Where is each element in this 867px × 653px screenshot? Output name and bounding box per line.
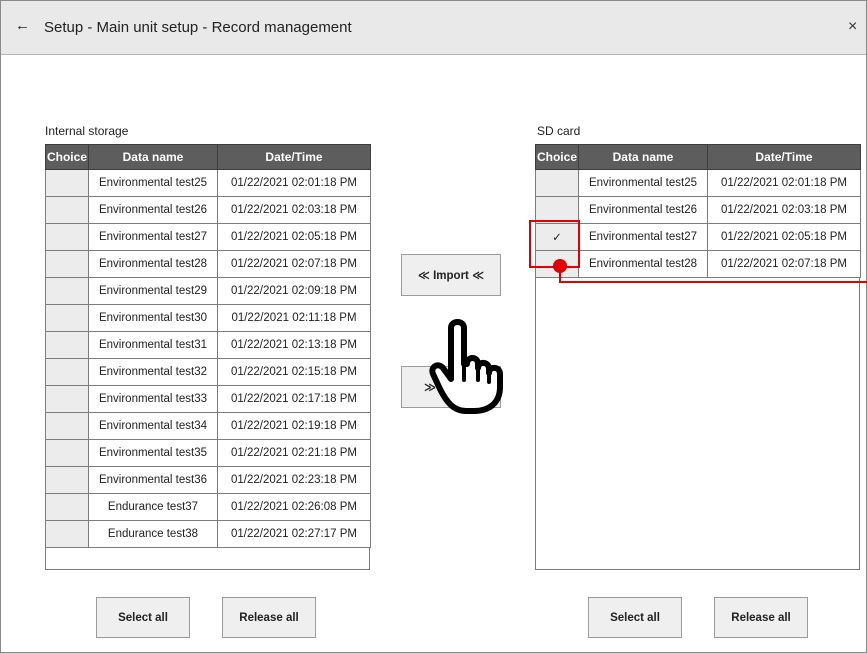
table-row[interactable]: Environmental test29 01/22/2021 02:09:18 … [45, 277, 371, 305]
date-time-cell: 01/22/2021 02:21:18 PM [217, 439, 371, 467]
date-time-cell: 01/22/2021 02:09:18 PM [217, 277, 371, 305]
data-name-cell: Environmental test29 [88, 277, 218, 305]
internal-storage-caption: Internal storage [45, 124, 129, 138]
table-row[interactable]: Environmental test26 01/22/2021 02:03:18 … [535, 196, 861, 224]
column-header-choice: Choice [535, 144, 579, 170]
choice-cell[interactable] [45, 331, 89, 359]
choice-cell[interactable] [45, 466, 89, 494]
choice-cell[interactable] [45, 358, 89, 386]
data-name-cell: Environmental test25 [88, 169, 218, 197]
data-name-cell: Environmental test35 [88, 439, 218, 467]
data-name-cell: Environmental test33 [88, 385, 218, 413]
table-row[interactable]: Endurance test38 01/22/2021 02:27:17 PM [45, 520, 371, 548]
sd-card-table: Choice Data name Date/Time Environmental… [535, 144, 861, 278]
data-name-cell: Environmental test27 [88, 223, 218, 251]
table-row[interactable]: Environmental test25 01/22/2021 02:01:18 … [535, 169, 861, 197]
choice-cell[interactable] [45, 250, 89, 278]
data-name-cell: Environmental test30 [88, 304, 218, 332]
choice-cell[interactable] [45, 277, 89, 305]
date-time-cell: 01/22/2021 02:19:18 PM [217, 412, 371, 440]
data-name-cell: Environmental test36 [88, 466, 218, 494]
data-name-cell: Environmental test25 [578, 169, 708, 197]
column-header-data-name: Data name [578, 144, 708, 170]
data-name-cell: Environmental test28 [578, 250, 708, 278]
data-name-cell: Endurance test38 [88, 520, 218, 548]
sd-card-caption: SD card [537, 124, 581, 138]
choice-cell[interactable] [45, 223, 89, 251]
date-time-cell: 01/22/2021 02:01:18 PM [707, 169, 861, 197]
column-header-data-name: Data name [88, 144, 218, 170]
import-button[interactable]: ≪ Import ≪ [401, 254, 501, 296]
date-time-cell: 01/22/2021 02:01:18 PM [217, 169, 371, 197]
internal-storage-table: Choice Data name Date/Time Environmental… [45, 144, 371, 548]
sd-release-all-button[interactable]: Release all [714, 597, 808, 638]
data-name-cell: Environmental test26 [578, 196, 708, 224]
data-name-cell: Environmental test26 [88, 196, 218, 224]
table-row[interactable]: Environmental test30 01/22/2021 02:11:18 … [45, 304, 371, 332]
table-row[interactable]: ✓ Environmental test27 01/22/2021 02:05:18… [535, 223, 861, 251]
choice-cell[interactable] [45, 169, 89, 197]
choice-cell[interactable] [45, 493, 89, 521]
table-row[interactable]: Environmental test35 01/22/2021 02:21:18 … [45, 439, 371, 467]
data-name-cell: Environmental test31 [88, 331, 218, 359]
choice-cell[interactable] [45, 196, 89, 224]
choice-cell[interactable] [45, 412, 89, 440]
date-time-cell: 01/22/2021 02:13:18 PM [217, 331, 371, 359]
data-name-cell: Environmental test28 [88, 250, 218, 278]
data-name-cell: Environmental test27 [578, 223, 708, 251]
table-row[interactable]: Environmental test33 01/22/2021 02:17:18 … [45, 385, 371, 413]
internal-release-all-button[interactable]: Release all [222, 597, 316, 638]
table-row[interactable]: Environmental test36 01/22/2021 02:23:18 … [45, 466, 371, 494]
date-time-cell: 01/22/2021 02:17:18 PM [217, 385, 371, 413]
choice-cell[interactable] [45, 439, 89, 467]
page-title: Setup - Main unit setup - Record managem… [44, 19, 352, 36]
date-time-cell: 01/22/2021 02:15:18 PM [217, 358, 371, 386]
table-row[interactable]: Environmental test27 01/22/2021 02:05:18 … [45, 223, 371, 251]
table-row[interactable]: Environmental test31 01/22/2021 02:13:18 … [45, 331, 371, 359]
table-row[interactable]: Environmental test25 01/22/2021 02:01:18 … [45, 169, 371, 197]
callout-leader-horizontal [559, 281, 867, 283]
table-row[interactable]: Endurance test37 01/22/2021 02:26:08 PM [45, 493, 371, 521]
date-time-cell: 01/22/2021 02:05:18 PM [217, 223, 371, 251]
data-name-cell: Environmental test32 [88, 358, 218, 386]
table-row[interactable]: Environmental test32 01/22/2021 02:15:18 … [45, 358, 371, 386]
table-row[interactable]: Environmental test28 01/22/2021 02:07:18 … [535, 250, 861, 278]
date-time-cell: 01/22/2021 02:27:17 PM [217, 520, 371, 548]
table-row[interactable]: Environmental test34 01/22/2021 02:19:18 … [45, 412, 371, 440]
callout-dot [553, 259, 567, 273]
data-name-cell: Environmental test34 [88, 412, 218, 440]
date-time-cell: 01/22/2021 02:07:18 PM [707, 250, 861, 278]
date-time-cell: 01/22/2021 02:07:18 PM [217, 250, 371, 278]
choice-cell[interactable] [535, 169, 579, 197]
table-row[interactable]: Environmental test28 01/22/2021 02:07:18 … [45, 250, 371, 278]
table-row[interactable]: Environmental test26 01/22/2021 02:03:18 … [45, 196, 371, 224]
column-header-date-time: Date/Time [707, 144, 861, 170]
title-bar: ← Setup - Main unit setup - Record manag… [1, 1, 866, 55]
column-header-date-time: Date/Time [217, 144, 371, 170]
date-time-cell: 01/22/2021 02:03:18 PM [707, 196, 861, 224]
close-icon[interactable]: × [848, 18, 857, 36]
date-time-cell: 01/22/2021 02:23:18 PM [217, 466, 371, 494]
pointing-hand-icon [429, 319, 503, 414]
sd-select-all-button[interactable]: Select all [588, 597, 682, 638]
choice-cell[interactable] [45, 304, 89, 332]
choice-cell[interactable] [45, 385, 89, 413]
back-arrow-icon[interactable]: ← [15, 17, 30, 34]
choice-cell[interactable] [45, 520, 89, 548]
date-time-cell: 01/22/2021 02:03:18 PM [217, 196, 371, 224]
date-time-cell: 01/22/2021 02:26:08 PM [217, 493, 371, 521]
date-time-cell: 01/22/2021 02:11:18 PM [217, 304, 371, 332]
internal-select-all-button[interactable]: Select all [96, 597, 190, 638]
column-header-choice: Choice [45, 144, 89, 170]
date-time-cell: 01/22/2021 02:05:18 PM [707, 223, 861, 251]
data-name-cell: Endurance test37 [88, 493, 218, 521]
